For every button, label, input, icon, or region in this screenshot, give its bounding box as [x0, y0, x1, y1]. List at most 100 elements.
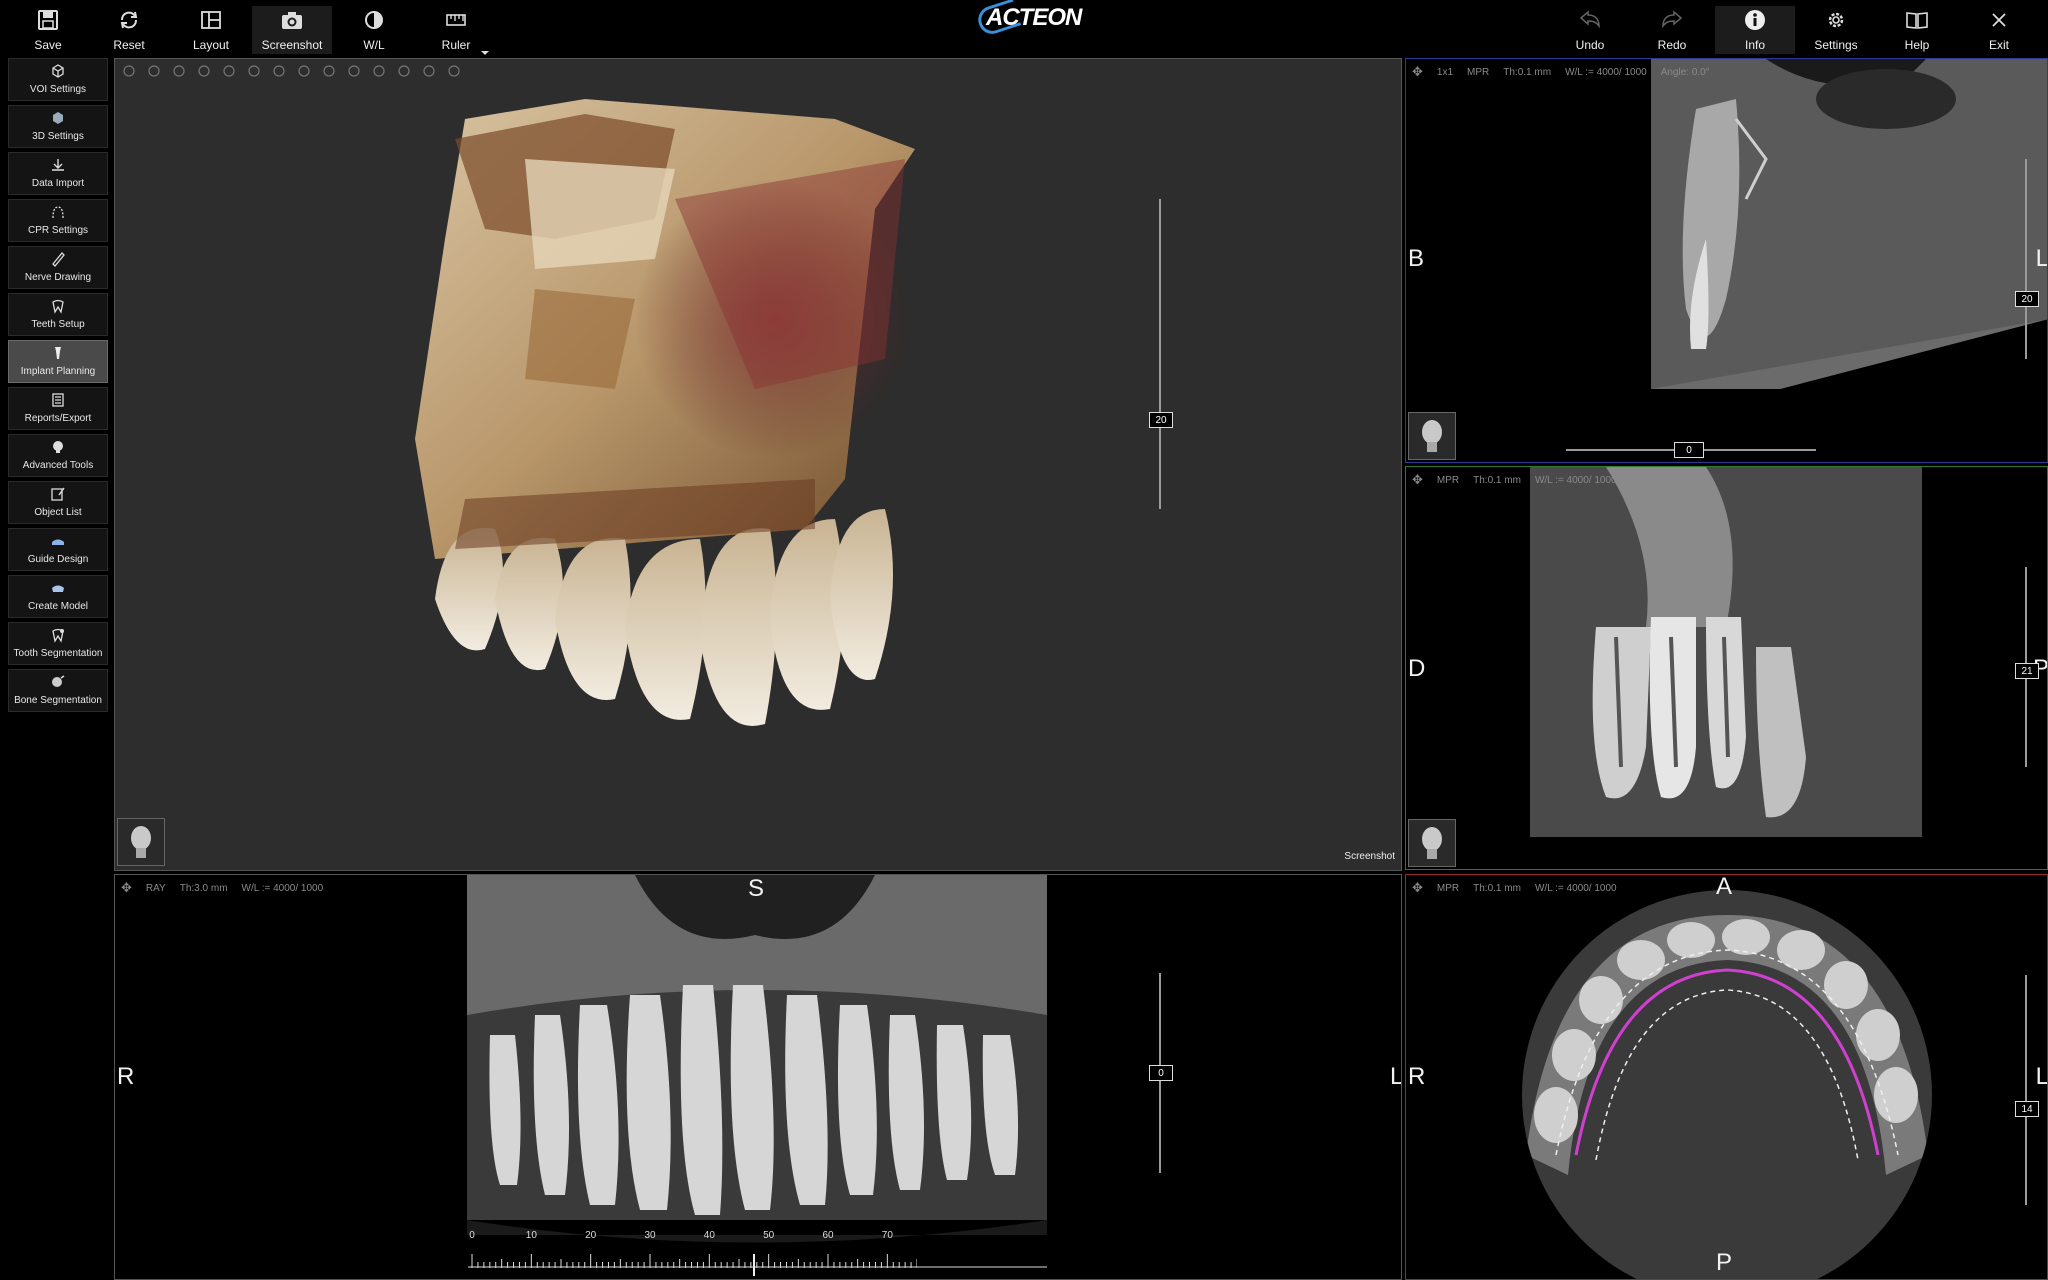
panoramic-position-cursor[interactable]: [753, 1254, 755, 1276]
sidebar-item-label: 3D Settings: [32, 131, 84, 142]
main-toolbar: Save Reset Layout Screenshot W/L Ruler A…: [0, 0, 2048, 57]
panoramic-ruler: 0 10 20 30 40 50 60 70: [467, 1230, 917, 1279]
ruler-label: Ruler: [441, 38, 471, 52]
ruler-dropdown-chevron-icon[interactable]: [480, 44, 490, 55]
sidebar-item-label: VOI Settings: [29, 84, 87, 95]
contrast-icon: [360, 6, 388, 34]
axial-view[interactable]: ✥ MPR Th:0.1 mm W/L := 4000/ 1000 A P R …: [1405, 874, 2048, 1280]
move-icon[interactable]: ✥: [121, 880, 132, 896]
screenshot-watermark: Screenshot: [1344, 851, 1395, 862]
screenshot-button[interactable]: Screenshot: [252, 6, 332, 54]
wl-button[interactable]: W/L: [334, 6, 414, 54]
sidebar-item-bone-segmentation[interactable]: Bone Segmentation: [8, 669, 108, 712]
sidebar-item-label: CPR Settings: [27, 225, 89, 236]
layout-button[interactable]: Layout: [171, 6, 251, 54]
sidebar-item-label: Object List: [34, 507, 82, 518]
floppy-disk-icon: [34, 6, 62, 34]
sidebar-item-teeth-setup[interactable]: Teeth Setup: [8, 293, 108, 336]
sidebar-item-voi-settings[interactable]: VOI Settings: [8, 58, 108, 101]
download-icon: [49, 156, 67, 174]
info-label: Info: [1744, 38, 1765, 52]
panoramic-info-bar: ✥ RAY Th:3.0 mm W/L := 4000/ 1000: [121, 880, 324, 896]
sidebar-item-implant-planning[interactable]: Implant Planning: [8, 340, 108, 383]
move-icon[interactable]: ✥: [1412, 64, 1423, 80]
volume-render-image: [415, 99, 915, 726]
sidebar-item-cpr-settings[interactable]: CPR Settings: [8, 199, 108, 242]
sagittal-slice-slider[interactable]: 21: [2015, 567, 2039, 767]
settings-button[interactable]: Settings: [1796, 6, 1876, 54]
mpr-slice-slider-handle[interactable]: 20: [2015, 291, 2039, 307]
sidebar-item-3d-settings[interactable]: 3D Settings: [8, 105, 108, 148]
tooth-icon: [49, 297, 67, 315]
mpr-view-sagittal[interactable]: ✥ MPR Th:0.1 mm W/L := 4000/ 1000 D P 21: [1405, 466, 2048, 870]
skull-tool-icon: [49, 438, 67, 456]
redo-button[interactable]: Redo: [1632, 6, 1712, 54]
cube-3d-icon: [49, 109, 67, 127]
orientation-label-right: L: [2035, 245, 2048, 272]
sidebar-item-label: Data Import: [31, 178, 85, 189]
axial-info-bar: ✥ MPR Th:0.1 mm W/L := 4000/ 1000: [1412, 880, 1617, 896]
sidebar-item-nerve-drawing[interactable]: Nerve Drawing: [8, 246, 108, 289]
model-icon: [49, 579, 67, 597]
sidebar-item-label: Bone Segmentation: [14, 695, 102, 706]
reset-button[interactable]: Reset: [89, 6, 169, 54]
head-orientation-button[interactable]: [117, 818, 165, 866]
mpr-slice-image: [1651, 59, 2047, 462]
axial-slice-slider-handle[interactable]: 14: [2015, 1101, 2039, 1117]
redo-label: Redo: [1657, 38, 1687, 52]
vr-slice-slider[interactable]: 20: [1149, 199, 1173, 509]
sagittal-slice-slider-handle[interactable]: 21: [2015, 663, 2039, 679]
info-button[interactable]: Info: [1715, 6, 1795, 54]
head-icon: [1422, 420, 1442, 452]
head-icon: [131, 826, 151, 858]
sidebar-item-create-model[interactable]: Create Model: [8, 575, 108, 618]
panoramic-view[interactable]: ✥ RAY Th:3.0 mm W/L := 4000/ 1000 S R L …: [114, 874, 1402, 1280]
undo-arrow-icon: [1576, 6, 1604, 34]
report-icon: [49, 391, 67, 409]
sidebar-item-label: Teeth Setup: [31, 319, 85, 330]
help-button[interactable]: Help: [1877, 6, 1957, 54]
panoramic-slice-slider[interactable]: 0: [1149, 973, 1173, 1173]
volume-render-viewport[interactable]: 20 Screenshot: [114, 58, 1402, 871]
sidebar-item-advanced-tools[interactable]: Advanced Tools: [8, 434, 108, 477]
refresh-icon: [115, 6, 143, 34]
sidebar-item-data-import[interactable]: Data Import: [8, 152, 108, 195]
sidebar-item-reports-export[interactable]: Reports/Export: [8, 387, 108, 430]
sidebar-item-object-list[interactable]: Object List: [8, 481, 108, 524]
axial-slice-slider[interactable]: 14: [2015, 975, 2039, 1205]
ruler-tick-label: 70: [881, 1230, 893, 1241]
ruler-tick-label: 20: [585, 1230, 597, 1241]
panoramic-slice-slider-handle[interactable]: 0: [1149, 1065, 1173, 1081]
head-orientation-button[interactable]: [1408, 412, 1456, 460]
save-button[interactable]: Save: [8, 6, 88, 54]
orientation-label-top: A: [1716, 874, 1733, 900]
undo-button[interactable]: Undo: [1550, 6, 1630, 54]
sidebar-item-label: Nerve Drawing: [24, 272, 92, 283]
angle-slider-handle[interactable]: 0: [1674, 442, 1704, 458]
vr-slice-slider-handle[interactable]: 20: [1149, 412, 1173, 428]
sagittal-info-bar: ✥ MPR Th:0.1 mm W/L := 4000/ 1000: [1412, 472, 1617, 488]
exit-button[interactable]: Exit: [1959, 6, 2039, 54]
close-icon: [1985, 6, 2013, 34]
head-orientation-button[interactable]: [1408, 819, 1456, 867]
angle-slider[interactable]: 0: [1566, 442, 1816, 458]
sidebar-item-label: Create Model: [27, 601, 89, 612]
reset-label: Reset: [113, 38, 145, 52]
book-icon: [1903, 6, 1931, 34]
settings-label: Settings: [1814, 38, 1858, 52]
sidebar-item-guide-design[interactable]: Guide Design: [8, 528, 108, 571]
info-icon: [1741, 6, 1769, 34]
panoramic-image: [467, 875, 1047, 1268]
mpr-slice-slider[interactable]: 20: [2015, 159, 2039, 359]
move-icon[interactable]: ✥: [1412, 472, 1423, 488]
nerve-pen-icon: [49, 250, 67, 268]
orientation-label-right: L: [2035, 1063, 2048, 1090]
sidebar-item-label: Advanced Tools: [22, 460, 94, 471]
move-icon[interactable]: ✥: [1412, 880, 1423, 896]
redo-arrow-icon: [1658, 6, 1686, 34]
sidebar-item-tooth-segmentation[interactable]: Tooth Segmentation: [8, 622, 108, 665]
mpr-view-top-right[interactable]: ✥ 1x1 MPR Th:0.1 mm W/L := 4000/ 1000 An…: [1405, 58, 2048, 463]
orientation-label-left: R: [1408, 1063, 1426, 1090]
arch-curve-icon: [49, 203, 67, 221]
head-icon: [1422, 827, 1442, 859]
